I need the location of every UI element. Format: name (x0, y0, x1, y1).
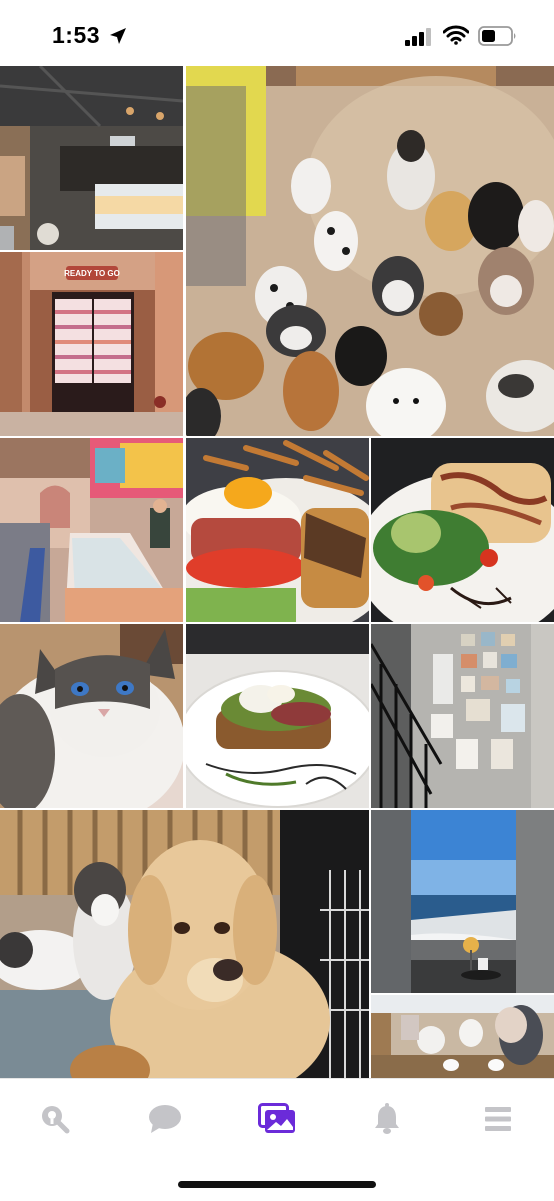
wifi-icon (443, 25, 469, 45)
battery-icon (478, 26, 516, 46)
photo-brunch-plate[interactable] (186, 438, 369, 622)
tab-photos[interactable] (257, 1099, 297, 1139)
chat-bubble-icon (149, 1105, 181, 1133)
status-time: 1:53 (52, 22, 101, 48)
tab-search[interactable] (35, 1099, 75, 1139)
ready-to-go-sign: READY TO GO (64, 269, 120, 278)
photos-icon (258, 1103, 295, 1133)
photo-art-wall[interactable] (371, 624, 554, 808)
tab-notifications[interactable] (367, 1099, 407, 1139)
photo-dog-group[interactable] (186, 66, 554, 436)
home-indicator[interactable] (178, 1181, 376, 1188)
location-arrow-icon (110, 28, 126, 44)
photo-ready-to-go[interactable]: READY TO GO (0, 252, 183, 436)
photo-sea-view-window[interactable] (371, 810, 554, 993)
photo-cafe-interior[interactable] (0, 66, 183, 250)
bell-icon (375, 1103, 399, 1134)
photo-golden-retriever[interactable] (0, 810, 369, 1078)
photo-cafe-counter[interactable] (0, 438, 183, 622)
photo-grid: READY TO GO (0, 66, 554, 1078)
status-bar: 1:53 (0, 0, 554, 66)
menu-icon (485, 1107, 511, 1131)
tab-menu[interactable] (478, 1099, 518, 1139)
search-location-icon (42, 1106, 70, 1134)
photo-avocado-toast[interactable] (186, 624, 369, 808)
cellular-signal-icon (405, 28, 431, 46)
tab-chat[interactable] (145, 1099, 185, 1139)
photo-ragdoll-cat[interactable] (0, 624, 183, 808)
photo-salad-plate[interactable] (371, 438, 554, 622)
photo-cat-room[interactable] (371, 995, 554, 1078)
